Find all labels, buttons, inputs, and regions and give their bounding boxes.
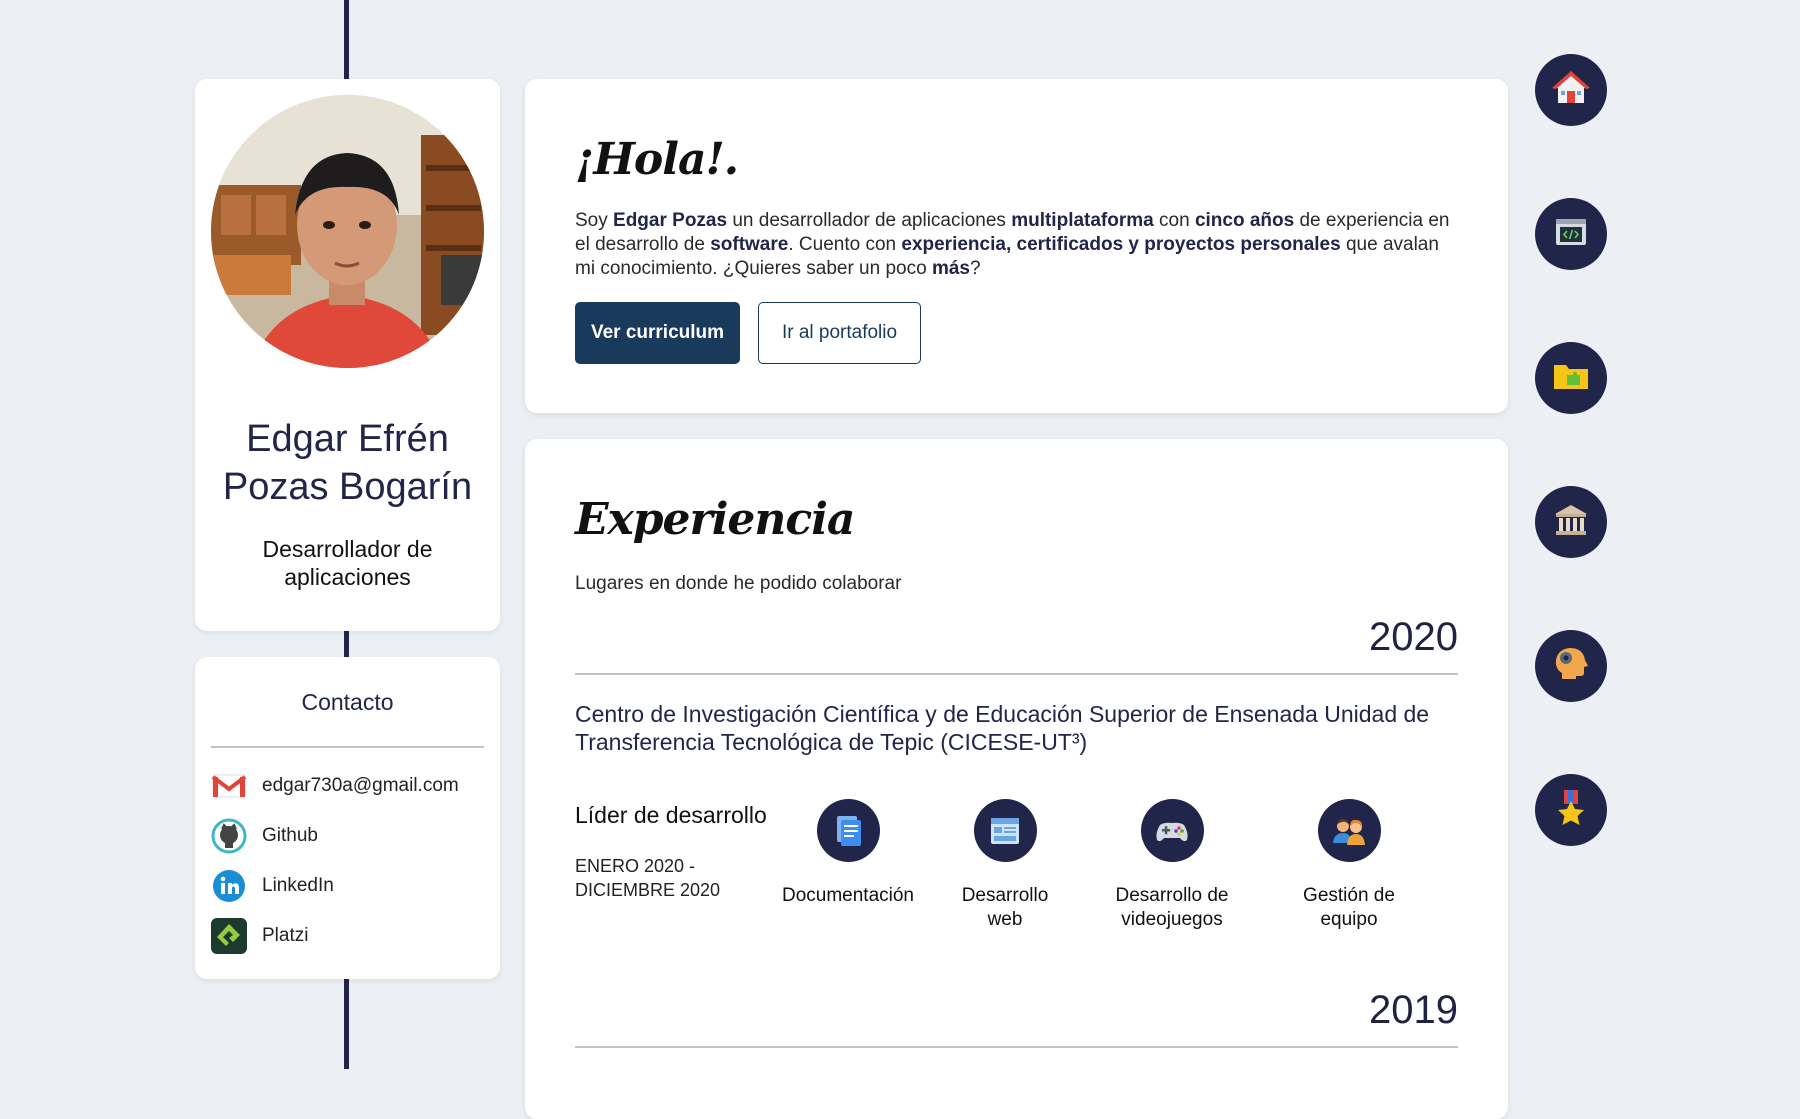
profile-role-line-1: Desarrollador de [262, 536, 433, 562]
profile-name: Edgar Efrén Pozas Bogarín [195, 415, 500, 511]
intro-highlight-experience: experiencia, certificados y proyectos pe… [901, 234, 1341, 255]
nav-code-button[interactable] [1535, 198, 1607, 270]
profile-name-line-1: Edgar Efrén [246, 418, 449, 460]
contact-item-linkedin[interactable]: LinkedIn [211, 866, 491, 906]
web-window-icon [973, 799, 1037, 862]
nav-home-button[interactable] [1535, 54, 1607, 126]
skill-web-development: Desarrollo web [925, 799, 1085, 932]
contact-item-github[interactable]: Github [211, 816, 491, 856]
document-icon [816, 799, 880, 862]
home-icon [1550, 67, 1592, 114]
skill-documentation: Documentación [768, 799, 928, 908]
contact-platzi-label: Platzi [262, 925, 309, 946]
institution-icon [1551, 500, 1591, 545]
intro-highlight-name: Edgar Pozas [613, 210, 728, 231]
intro-highlight-more: más [931, 258, 970, 279]
intro-highlight-multiplatform: multiplataforma [1011, 210, 1154, 231]
year-heading-2019: 2019 [1369, 988, 1458, 1032]
contact-linkedin-label: LinkedIn [262, 875, 334, 896]
profile-name-line-2: Pozas Bogarín [222, 466, 473, 508]
organization-name: Centro de Investigación Científica y de … [575, 701, 1430, 755]
experience-subtitle: Lugares en donde he podido colaborar [575, 573, 902, 594]
experience-title: Experiencia [575, 494, 855, 545]
view-cv-button[interactable]: Ver curriculum [575, 302, 740, 364]
job-title: Líder de desarrollo [575, 802, 767, 828]
experience-card: Experiencia Lugares en donde he podido c… [525, 439, 1508, 1119]
code-window-icon [1552, 213, 1590, 256]
intro-text-part: . Cuento con [788, 234, 902, 255]
intro-highlight-years: cinco años [1194, 210, 1295, 231]
nav-education-button[interactable] [1535, 486, 1607, 558]
intro-text-part: un desarrollador de aplicaciones [727, 210, 1012, 231]
skill-team-management: Gestión de equipo [1269, 799, 1429, 932]
platzi-icon [211, 918, 247, 954]
intro-highlight-software: software [710, 234, 789, 255]
contact-card: Contacto edgar730a@gmail.com Github Link… [195, 657, 500, 979]
contact-email-label: edgar730a@gmail.com [262, 775, 459, 796]
medal-icon [1550, 787, 1592, 834]
skill-label: Desarrollo de videojuegos [1115, 885, 1229, 930]
contact-item-platzi[interactable]: Platzi [211, 916, 491, 956]
skill-label: Gestión de equipo [1303, 885, 1395, 930]
year-divider [575, 673, 1458, 675]
contact-divider [211, 746, 484, 748]
intro-text-part: ? [969, 258, 981, 279]
year-divider [575, 1046, 1458, 1048]
gmail-icon [211, 768, 247, 804]
go-to-portfolio-button[interactable]: Ir al portafolio [758, 302, 921, 364]
skill-label: Documentación [781, 885, 915, 906]
linkedin-icon [211, 868, 247, 904]
skill-label: Desarrollo web [961, 885, 1049, 930]
profile-role-line-2: aplicaciones [284, 564, 411, 590]
head-gear-icon [1550, 643, 1592, 690]
intro-text-part: con [1153, 210, 1195, 231]
github-icon [211, 818, 247, 854]
skill-game-development: Desarrollo de videojuegos [1092, 799, 1252, 932]
hello-title: ¡Hola!. [575, 134, 739, 185]
contact-github-label: Github [262, 825, 318, 846]
nav-skills-button[interactable] [1535, 630, 1607, 702]
job-dates: ENERO 2020 - DICIEMBRE 2020 [575, 856, 721, 900]
profile-card: Edgar Efrén Pozas Bogarín Desarrollador … [195, 79, 500, 631]
team-icon [1317, 799, 1381, 862]
intro-text-part: Soy [575, 210, 614, 231]
avatar [211, 95, 484, 368]
contact-item-email[interactable]: edgar730a@gmail.com [211, 766, 491, 806]
hello-card: ¡Hola!. Soy Edgar Pozas un desarrollador… [525, 79, 1508, 413]
nav-achievements-button[interactable] [1535, 774, 1607, 846]
profile-role: Desarrollador de aplicaciones [195, 535, 500, 591]
hello-intro-text: Soy Edgar Pozas un desarrollador de apli… [575, 209, 1455, 281]
gamepad-icon [1140, 799, 1204, 862]
folder-puzzle-icon [1550, 355, 1592, 402]
year-heading-2020: 2020 [1369, 615, 1458, 659]
contact-title: Contacto [301, 689, 394, 715]
nav-portfolio-button[interactable] [1535, 342, 1607, 414]
